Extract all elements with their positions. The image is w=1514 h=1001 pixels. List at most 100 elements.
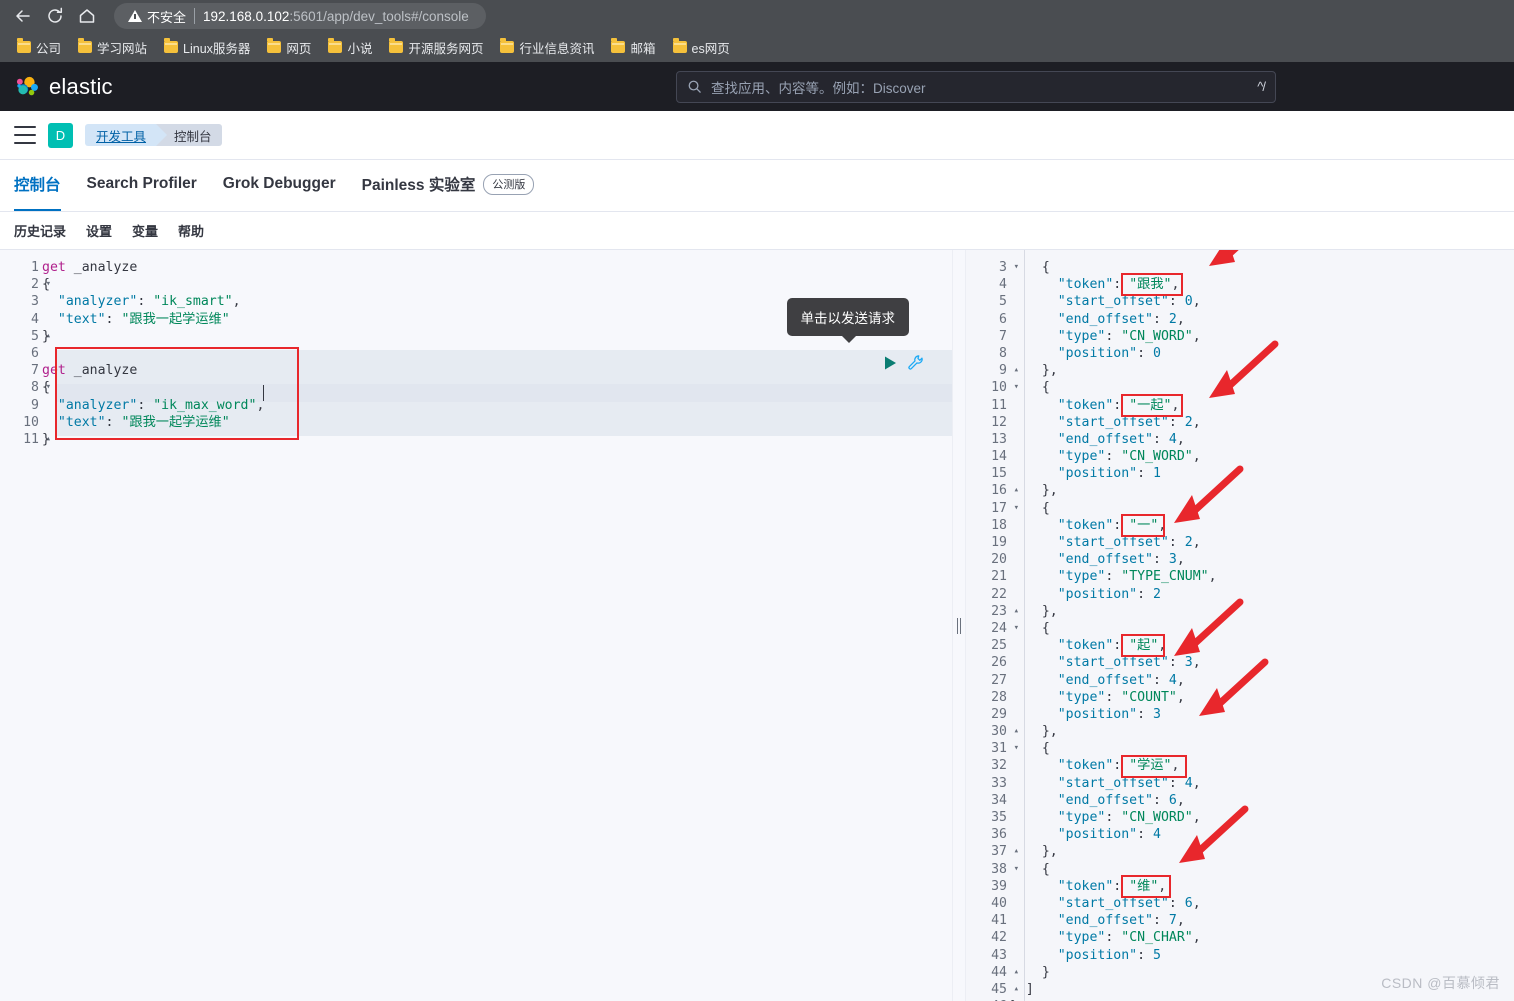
code-line: "start_offset": 4, — [1057, 775, 1201, 791]
line-number: 10 ▾ — [991, 380, 1019, 396]
code-line[interactable]: get _analyze — [42, 259, 952, 276]
line-number: 24 ▾ — [991, 620, 1019, 636]
code-line: "start_offset": 6, — [1057, 895, 1201, 911]
breadcrumb-item-dev-tools[interactable]: 开发工具 — [85, 124, 168, 146]
url-path: :5601/app/dev_tools#/console — [289, 8, 469, 24]
global-search-placeholder: 查找应用、内容等。例如：Discover — [711, 80, 926, 96]
code-line: "end_offset": 7, — [1057, 913, 1185, 929]
code-line: }, — [1041, 483, 1058, 499]
bookmark-label: Linux服务器 — [183, 41, 251, 56]
elastic-logo-icon — [16, 76, 38, 95]
submenu-item-help[interactable]: 帮助 — [178, 221, 204, 240]
elastic-brand[interactable]: elastic — [14, 74, 113, 100]
console-body: 1 2 ▾ 3 4 5 ▴ 6 7 8 ▾ 9 10 11 ▴ get _analyze{ "analyze… — [0, 250, 1514, 1001]
bookmark-label: 网页 — [286, 41, 312, 56]
code-line: "type": "CN_WORD", — [1057, 810, 1201, 825]
folder-icon — [78, 38, 93, 53]
address-bar[interactable]: 不安全 192.168.0.102:5601/app/dev_tools#/co… — [114, 3, 486, 29]
submenu-item-history[interactable]: 历史记录 — [14, 221, 66, 240]
line-number: 7 — [31, 363, 39, 379]
tab-grok-debugger-label: Grok Debugger — [222, 175, 336, 192]
bookmark-label: 邮箱 — [630, 41, 656, 56]
browser-chrome: 不安全 192.168.0.102:5601/app/dev_tools#/co… — [0, 0, 1514, 62]
breadcrumb: 开发工具 控制台 — [85, 124, 222, 146]
home-icon[interactable] — [72, 1, 102, 31]
pane-resize-handle[interactable] — [952, 250, 966, 1001]
line-number: 38 ▾ — [991, 861, 1019, 877]
global-search-input[interactable]: 查找应用、内容等。例如：Discover ^/ — [676, 70, 1276, 103]
text-cursor — [263, 385, 264, 401]
bookmark-item[interactable]: es网页 — [666, 35, 737, 60]
tab-console[interactable]: 控制台 — [14, 160, 61, 211]
line-number: 13 — [991, 431, 1007, 447]
bookmark-item[interactable]: 开源服务网页 — [382, 35, 490, 60]
reload-icon[interactable] — [40, 1, 70, 31]
code-line[interactable]: { — [42, 379, 952, 396]
request-editor[interactable]: 1 2 ▾ 3 4 5 ▴ 6 7 8 ▾ 9 10 11 ▴ get _analyze{ "analyze… — [0, 250, 952, 448]
code-line: { — [1041, 620, 1050, 636]
editor-code-lines[interactable]: get _analyze{ "analyzer": "ik_smart", "t… — [42, 259, 952, 448]
line-number: 44 ▴ — [991, 964, 1019, 980]
output-code-lines: { "token": "跟我", "start_offset": 0, "end… — [1010, 259, 1514, 1001]
bookmark-item[interactable]: 网页 — [260, 35, 318, 60]
line-number: 20 — [991, 552, 1007, 568]
space-avatar[interactable]: D — [48, 122, 73, 148]
line-number: 42 — [991, 930, 1007, 946]
bookmark-item[interactable]: 行业信息资讯 — [493, 35, 601, 60]
line-number: 25 — [991, 638, 1007, 654]
code-line[interactable]: { — [42, 276, 952, 293]
folder-icon — [267, 38, 282, 53]
code-line: "start_offset": 2, — [1057, 414, 1201, 430]
line-number: 31 ▾ — [991, 741, 1019, 757]
code-line: "token": "一", — [1057, 517, 1167, 533]
code-line[interactable]: "analyzer": "ik_max_word", — [42, 397, 952, 414]
bookmark-item[interactable]: 小说 — [321, 35, 379, 60]
tab-grok-debugger[interactable]: Grok Debugger — [223, 160, 336, 211]
code-line[interactable]: get _analyze — [42, 362, 952, 379]
wrench-icon[interactable] — [907, 354, 924, 371]
menu-hamburger-icon[interactable] — [14, 126, 36, 144]
line-number: 22 — [991, 586, 1007, 602]
beta-badge: 公测版 — [483, 173, 535, 195]
submenu-item-variables[interactable]: 变量 — [132, 221, 158, 240]
request-editor-pane[interactable]: 1 2 ▾ 3 4 5 ▴ 6 7 8 ▾ 9 10 11 ▴ get _analyze{ "analyze… — [0, 250, 952, 1001]
bookmark-item[interactable]: Linux服务器 — [157, 35, 257, 60]
line-number: 2 ▾ — [31, 277, 51, 293]
search-icon — [688, 80, 701, 93]
line-number: 39 — [991, 878, 1007, 894]
code-line: "type": "CN_CHAR", — [1057, 930, 1201, 946]
line-number: 26 — [991, 655, 1007, 671]
code-line: "token": "维", — [1057, 878, 1167, 894]
tab-search-profiler[interactable]: Search Profiler — [87, 160, 197, 211]
bookmark-item[interactable]: 邮箱 — [604, 35, 662, 60]
code-line: "position": 1 — [1057, 466, 1161, 482]
tab-painless-lab[interactable]: Painless 实验室 公测版 — [362, 160, 535, 211]
bookmark-item[interactable]: 公司 — [10, 35, 68, 60]
line-number: 4 — [999, 277, 1007, 293]
code-line[interactable]: "text": "跟我一起学运维" — [42, 414, 952, 431]
back-icon[interactable] — [8, 1, 38, 31]
code-line: "token": "学运", — [1057, 758, 1180, 774]
line-number: 28 — [991, 689, 1007, 705]
submenu-item-settings[interactable]: 设置 — [86, 221, 112, 240]
security-status[interactable]: 不安全 — [128, 7, 186, 26]
code-line: "token": "一起", — [1057, 397, 1180, 413]
response-output-pane[interactable]: 3 ▾ 4 5 6 7 8 9 ▴ 10 ▾ 11 12 13 14 15 16 ▴ 17 ▾ 18 19 20 21 22 23… — [966, 250, 1514, 1001]
output-line-numbers: 3 ▾ 4 5 6 7 8 9 ▴ 10 ▾ 11 12 13 14 15 16 ▴ 17 ▾ 18 19 20 21 22 23… — [966, 259, 1019, 1001]
code-line[interactable] — [42, 345, 952, 362]
elastic-top-bar: elastic 查找应用、内容等。例如：Discover ^/ — [0, 62, 1514, 111]
code-line: }, — [1041, 844, 1058, 860]
url-separator — [194, 8, 196, 24]
bookmark-item[interactable]: 学习网站 — [71, 35, 154, 60]
code-line: "type": "COUNT", — [1057, 689, 1185, 705]
line-number: 3 ▾ — [999, 260, 1019, 275]
play-triangle-icon[interactable] — [883, 355, 898, 371]
bookmark-label: 公司 — [36, 41, 62, 56]
code-line: "end_offset": 4, — [1057, 672, 1185, 688]
code-line: { — [1041, 861, 1050, 877]
line-number: 11 ▴ — [23, 431, 51, 447]
editor-line-numbers: 1 2 ▾ 3 4 5 ▴ 6 7 8 ▾ 9 10 11 ▴ — [0, 259, 51, 448]
code-line: "start_offset": 0, — [1057, 294, 1201, 310]
code-line[interactable]: } — [42, 431, 952, 448]
response-viewer[interactable]: 3 ▾ 4 5 6 7 8 9 ▴ 10 ▾ 11 12 13 14 15 16 ▴ 17 ▾ 18 19 20 21 22 23… — [966, 250, 1514, 1001]
